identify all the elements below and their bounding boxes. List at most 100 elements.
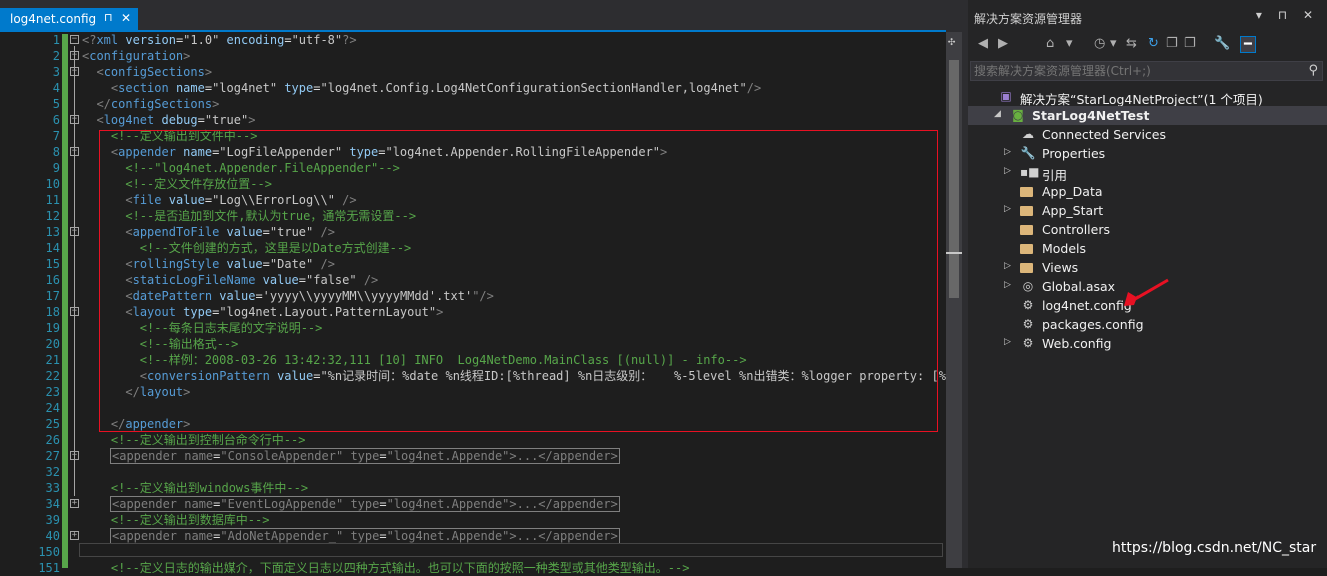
code-text[interactable]: <configuration> bbox=[82, 48, 190, 64]
code-token: xml bbox=[96, 33, 119, 47]
code-line[interactable]: 32 bbox=[0, 464, 946, 480]
panel-title-buttons[interactable]: ▾ ⊓ ✕ bbox=[1256, 8, 1319, 22]
tree-item[interactable]: ⚙ packages.config bbox=[968, 315, 1327, 334]
code-line[interactable]: 34 + <appender name="EventLogAppende" type… bbox=[0, 496, 946, 512]
tree-item[interactable]: ▣ 解决方案“StarLog4NetProject”(1 个项目) bbox=[968, 87, 1327, 107]
back-icon[interactable]: ◀ bbox=[978, 36, 988, 51]
code-line[interactable]: 1− <?xml version="1.0" encoding="utf-8"?> bbox=[0, 32, 946, 48]
collapse-icon[interactable]: − bbox=[70, 227, 79, 236]
code-text[interactable]: <?xml version="1.0" encoding="utf-8"?> bbox=[82, 32, 357, 48]
dropdown-icon[interactable]: ▾ bbox=[1066, 36, 1073, 51]
code-line[interactable]: 27 + <appender name="ConsoleAppender" type… bbox=[0, 448, 946, 464]
code-text[interactable]: <configSections> bbox=[82, 64, 212, 80]
search-icon[interactable]: ⚲ bbox=[1308, 63, 1318, 78]
code-line[interactable]: 151 <!--定义日志的输出媒介，下面定义日志以四种方式输出。也可以下面的按照… bbox=[0, 560, 946, 576]
tree-item[interactable]: Models bbox=[968, 239, 1327, 258]
code-token: >...</ bbox=[509, 529, 553, 543]
sync-icon[interactable]: ⇆ bbox=[1126, 36, 1137, 51]
expand-arrow-icon[interactable]: ▷ bbox=[1004, 166, 1011, 176]
collapse-icon[interactable]: − bbox=[70, 67, 79, 76]
code-text[interactable]: <section name="log4net" type="log4net.Co… bbox=[82, 80, 761, 96]
tree-item[interactable]: ▷ ⚙ Web.config bbox=[968, 334, 1327, 353]
code-text[interactable]: <!--定义日志的输出媒介，下面定义日志以四种方式输出。也可以下面的按照一种类型… bbox=[82, 560, 690, 576]
tree-item[interactable]: ▷ Views bbox=[968, 258, 1327, 277]
code-token: appender bbox=[119, 529, 178, 543]
properties-icon[interactable]: 🔧 bbox=[1214, 36, 1230, 51]
expand-arrow-icon[interactable]: ▷ bbox=[1004, 147, 1011, 157]
tree-item[interactable]: Controllers bbox=[968, 220, 1327, 239]
line-number: 15 bbox=[45, 257, 60, 271]
expand-arrow-icon[interactable]: ▷ bbox=[1004, 204, 1011, 214]
collapse-icon[interactable]: − bbox=[70, 307, 79, 316]
tree-item[interactable]: ▷ App_Start bbox=[968, 201, 1327, 220]
split-icon[interactable]: ✣ bbox=[948, 34, 955, 48]
code-text[interactable]: <!--定义输出到控制台命令行中--> bbox=[82, 432, 306, 448]
code-text[interactable]: <appender name="AdoNetAppender_" type="l… bbox=[110, 528, 620, 544]
code-token: "1.0" bbox=[183, 33, 220, 47]
close-icon[interactable]: ✕ bbox=[121, 11, 131, 25]
collapse-icon[interactable]: − bbox=[70, 115, 79, 124]
code-token: = bbox=[379, 497, 387, 511]
collapse-all-icon[interactable]: ❐ bbox=[1166, 36, 1178, 51]
code-text[interactable]: <!--定义输出到数据库中--> bbox=[82, 512, 270, 528]
code-text[interactable]: <!--定义输出到windows事件中--> bbox=[82, 480, 308, 496]
collapsed-region[interactable]: <appender name="ConsoleAppender" type="l… bbox=[110, 448, 620, 464]
tree-item[interactable]: ☁ Connected Services bbox=[968, 125, 1327, 144]
search-input[interactable] bbox=[974, 63, 1294, 79]
line-number: 17 bbox=[45, 289, 60, 303]
line-number: 14 bbox=[45, 241, 60, 255]
code-text[interactable]: <appender name="EventLogAppende" type="l… bbox=[110, 496, 620, 512]
code-line[interactable]: 26 <!--定义输出到控制台命令行中--> bbox=[0, 432, 946, 448]
preview-icon[interactable]: ━ bbox=[1240, 36, 1256, 53]
forward-icon[interactable]: ▶ bbox=[998, 36, 1008, 51]
folder-icon bbox=[1020, 187, 1033, 197]
code-text[interactable]: </configSections> bbox=[82, 96, 219, 112]
expand-arrow-icon[interactable]: ▷ bbox=[1004, 280, 1011, 290]
expand-icon[interactable]: + bbox=[70, 451, 79, 460]
tree-item[interactable]: ◢ ◙ StarLog4NetTest bbox=[968, 106, 1327, 125]
code-line[interactable]: 39 <!--定义输出到数据库中--> bbox=[0, 512, 946, 528]
code-token: = bbox=[379, 449, 387, 463]
vertical-scrollbar[interactable]: ✣ bbox=[946, 32, 962, 568]
tree-item-label: Views bbox=[1042, 260, 1079, 275]
line-number: 24 bbox=[45, 401, 60, 415]
pin-icon[interactable]: ⊓ bbox=[104, 11, 113, 24]
collapse-icon[interactable]: − bbox=[70, 51, 79, 60]
code-line[interactable]: 4 <section name="log4net" type="log4net.… bbox=[0, 80, 946, 96]
collapse-icon[interactable]: − bbox=[70, 35, 79, 44]
code-token: <!--定义输出到控制台命令行中--> bbox=[110, 433, 306, 447]
collapse-icon[interactable]: − bbox=[70, 147, 79, 156]
code-line[interactable]: 40 + <appender name="AdoNetAppender_" type… bbox=[0, 528, 946, 544]
expanded-arrow-icon[interactable]: ◢ bbox=[994, 109, 1001, 119]
code-line[interactable]: 2 − <configuration> bbox=[0, 48, 946, 64]
expand-icon[interactable]: + bbox=[70, 499, 79, 508]
code-text[interactable]: <log4net debug="true"> bbox=[82, 112, 255, 128]
collapsed-region[interactable]: <appender name="AdoNetAppender_" type="l… bbox=[110, 528, 620, 544]
tree-item[interactable]: ▷ ▪■ 引用 bbox=[968, 163, 1327, 183]
tab-log4net-config[interactable]: log4net.config ⊓ ✕ bbox=[0, 8, 138, 32]
collapsed-region[interactable]: <appender name="EventLogAppende" type="l… bbox=[110, 496, 620, 512]
code-text[interactable]: <appender name="ConsoleAppender" type="l… bbox=[110, 448, 620, 464]
code-line[interactable]: 33 <!--定义输出到windows事件中--> bbox=[0, 480, 946, 496]
code-editor[interactable]: log4net.config ⊓ ✕ 1− <?xml version="1.0"… bbox=[0, 0, 962, 575]
scrollbar-thumb[interactable] bbox=[949, 60, 959, 298]
tree-item[interactable]: ▷ 🔧 Properties bbox=[968, 144, 1327, 163]
search-box[interactable]: ⚲ bbox=[970, 61, 1323, 81]
code-line[interactable]: 6 − <log4net debug="true"> bbox=[0, 112, 946, 128]
tree-item-label: StarLog4NetTest bbox=[1032, 108, 1150, 123]
dropdown-icon[interactable]: ▾ bbox=[1110, 36, 1117, 51]
history-icon[interactable]: ◷ bbox=[1094, 36, 1105, 51]
code-token: > bbox=[610, 497, 618, 511]
tree-item-label: App_Data bbox=[1042, 184, 1103, 199]
folder-icon bbox=[1020, 206, 1033, 216]
tree-item[interactable]: App_Data bbox=[968, 182, 1327, 201]
expand-arrow-icon[interactable]: ▷ bbox=[1004, 337, 1011, 347]
expand-arrow-icon[interactable]: ▷ bbox=[1004, 261, 1011, 271]
refresh-icon[interactable]: ↻ bbox=[1148, 36, 1159, 51]
code-line[interactable]: 3 − <configSections> bbox=[0, 64, 946, 80]
show-all-icon[interactable]: ❐ bbox=[1184, 36, 1196, 51]
code-token: <!--定义日志的输出媒介，下面定义日志以四种方式输出。也可以下面的按照一种类型… bbox=[110, 561, 690, 575]
expand-icon[interactable]: + bbox=[70, 531, 79, 540]
code-line[interactable]: 5 </configSections> bbox=[0, 96, 946, 112]
home-icon[interactable]: ⌂ bbox=[1046, 36, 1054, 51]
